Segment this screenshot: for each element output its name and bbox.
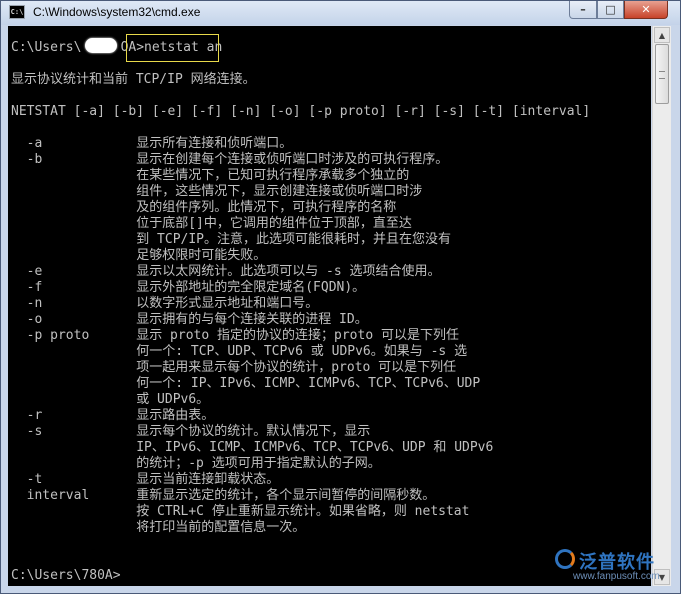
console-line: -t 显示当前连接卸载状态。 (11, 472, 280, 487)
console-line: -f 显示外部地址的完全限定域名(FQDN)。 (11, 280, 366, 295)
console-line: -b 显示在创建每个连接或侦听端口时涉及的可执行程序。 (11, 152, 449, 167)
maximize-button[interactable]: □ (597, 1, 624, 19)
console-line: -r 显示路由表。 (11, 408, 215, 423)
console-line: 何一个: TCP、UDP、TCPv6 或 UDPv6。如果与 -s 选 (11, 344, 468, 359)
console-line: -o 显示拥有的与每个连接关联的进程 ID。 (11, 312, 368, 327)
console-line: 位于底部[]中，它调用的组件位于顶部，直至达 (11, 216, 412, 231)
console-line: -n 以数字形式显示地址和端口号。 (11, 296, 319, 311)
redaction-blot (85, 38, 117, 53)
grip-icon (659, 71, 665, 79)
command-highlight-box (126, 34, 219, 62)
console-line: -a 显示所有连接和侦听端口。 (11, 136, 293, 151)
console-line: 显示协议统计和当前 TCP/IP 网络连接。 (11, 72, 256, 87)
cmd-app-icon[interactable]: C:\ (9, 5, 25, 19)
console-line: -s 显示每个协议的统计。默认情况下，显示 (11, 424, 371, 439)
console-line: IP、IPv6、ICMP、ICMPv6、TCP、TCPv6、UDP 和 UDPv… (11, 440, 494, 455)
console-line: interval 重新显示选定的统计，各个显示间暂停的间隔秒数。 (11, 488, 436, 503)
cmd-window: C:\ C:\Windows\system32\cmd.exe – □ ✕ C:… (0, 0, 681, 594)
console-line: 到 TCP/IP。注意，此选项可能很耗时，并且在您没有 (11, 232, 452, 247)
console-line: 在某些情况下，已知可执行程序承载多个独立的 (11, 168, 410, 183)
fanpusoft-logo-icon (555, 549, 575, 569)
console-line: 项一起用来显示每个协议的统计，proto 可以是下列任 (11, 360, 457, 375)
console-line: 将打印当前的配置信息一次。 (11, 520, 306, 535)
console-line: -e 显示以太网统计。此选项可以与 -s 选项结合使用。 (11, 264, 441, 279)
title-bar[interactable]: C:\ C:\Windows\system32\cmd.exe – □ ✕ (1, 1, 680, 25)
console-line: 何一个: IP、IPv6、ICMP、ICMPv6、TCP、TCPv6、UDP (11, 376, 481, 391)
scroll-up-arrow-icon[interactable]: ▲ (654, 27, 670, 43)
console-line: -p proto 显示 proto 指定的协议的连接；proto 可以是下列任 (11, 328, 459, 343)
window-title: C:\Windows\system32\cmd.exe (33, 5, 201, 19)
console-line: 足够权限时可能失败。 (11, 248, 267, 263)
console-prompt-line: C:\Users\780A> (11, 568, 121, 583)
console-line: 组件，这些情况下，显示创建连接或侦听端口时涉 (11, 184, 423, 199)
console-output[interactable]: C:\Users\ OA>netstat an 显示协议统计和当前 TCP/IP… (8, 26, 651, 586)
console-line: 或 UDPv6。 (11, 392, 210, 407)
console-line: 及的组件序列。此情况下，可执行程序的名称 (11, 200, 397, 215)
console-line: NETSTAT [-a] [-b] [-e] [-f] [-n] [-o] [-… (11, 104, 591, 119)
watermark: 泛普软件 www.fanpusoft.com (555, 546, 677, 586)
close-button[interactable]: ✕ (624, 1, 668, 19)
watermark-url: www.fanpusoft.com (573, 571, 660, 582)
scrollbar-thumb[interactable] (655, 44, 669, 104)
minimize-button[interactable]: – (569, 1, 597, 19)
console-line: 的统计；-p 选项可用于指定默认的子网。 (11, 456, 381, 471)
vertical-scrollbar[interactable]: ▲ ▼ (652, 26, 671, 586)
console-line: 按 CTRL+C 停止重新显示统计。如果省略，则 netstat (11, 504, 470, 519)
